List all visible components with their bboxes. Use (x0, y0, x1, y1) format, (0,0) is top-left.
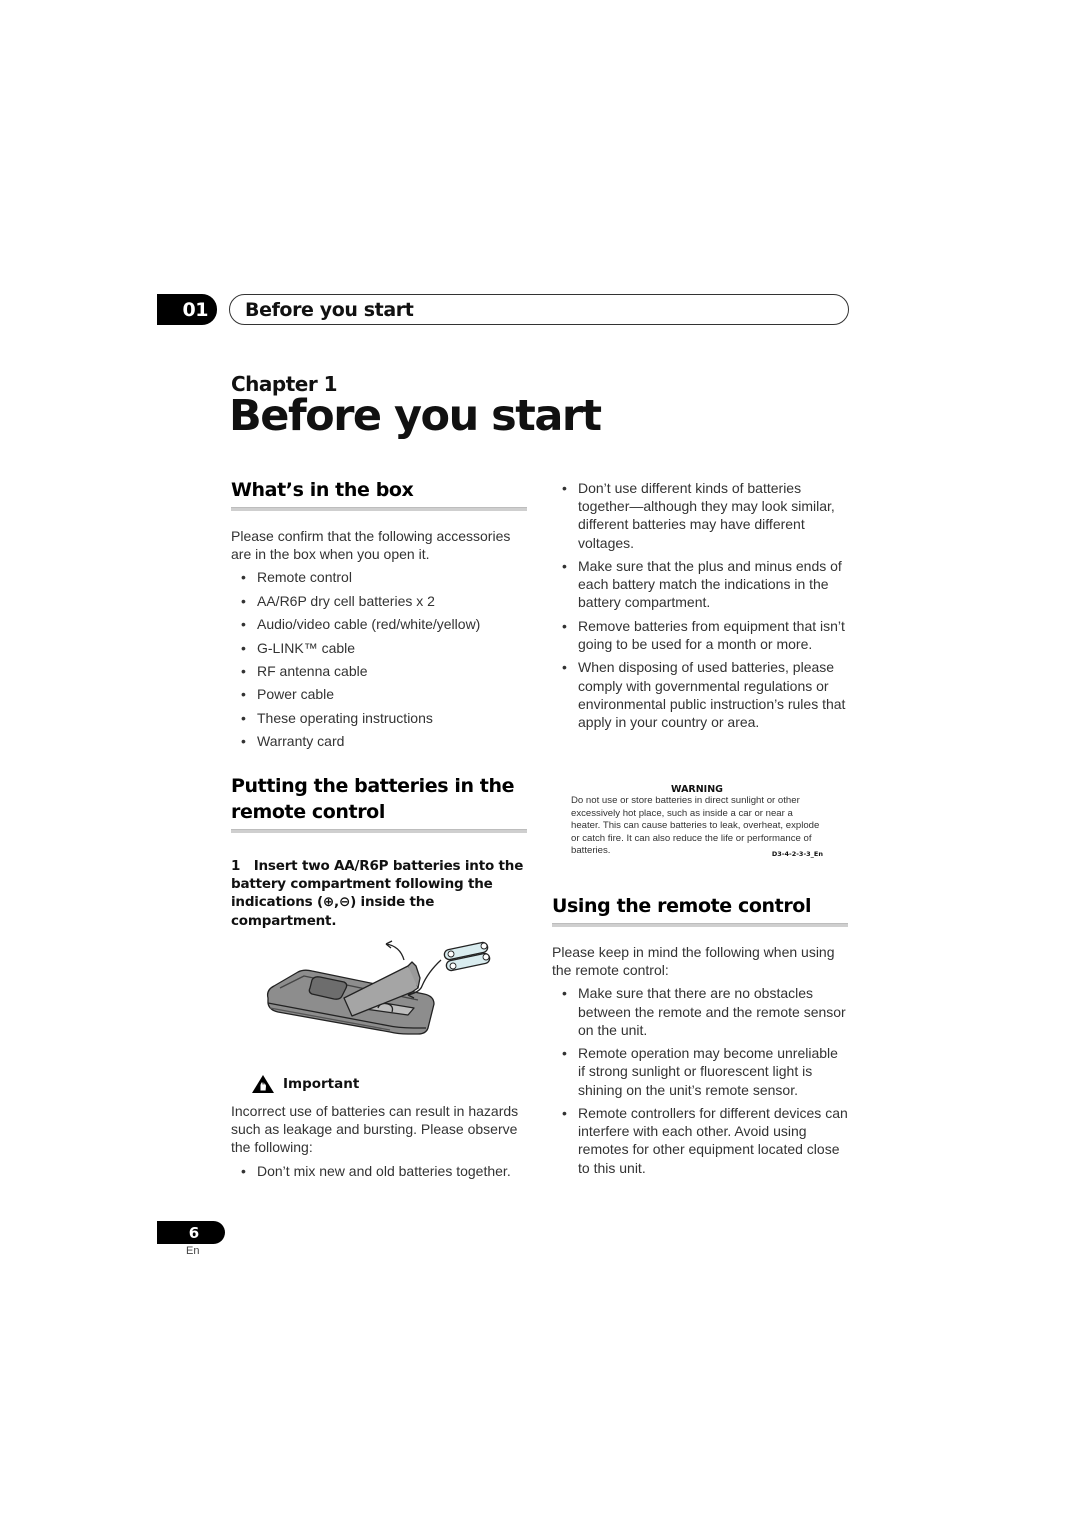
remote-tips-list: Make sure that there are no obstacles be… (552, 984, 848, 1176)
section-heading: Using the remote control (552, 895, 812, 917)
list-item: Don’t use different kinds of batteries t… (552, 479, 848, 552)
important-block: Important Incorrect use of batteries can… (231, 1074, 527, 1180)
page-number-tab: 6 (157, 1221, 225, 1244)
batteries-section: Putting the batteries in the remote cont… (231, 773, 527, 833)
list-item: These operating instructions (231, 709, 527, 727)
warning-title: WARNING (671, 784, 723, 795)
list-item: Power cable (231, 685, 527, 703)
list-item: Remote operation may become unreliable i… (552, 1044, 848, 1099)
intro-paragraph: Please confirm that the following access… (231, 528, 511, 563)
battery-precautions-list: Don’t mix new and old batteries together… (231, 1162, 527, 1180)
list-item: Make sure that the plus and minus ends o… (552, 557, 848, 612)
list-item: When disposing of used batteries, please… (552, 658, 848, 731)
using-remote-section: Using the remote control Please keep in … (552, 893, 848, 1177)
list-item: Don’t mix new and old batteries together… (231, 1162, 527, 1180)
remote-battery-illustration (266, 940, 491, 1035)
list-item: Make sure that there are no obstacles be… (552, 984, 848, 1039)
battery-precautions-list-continued: Don’t use different kinds of batteries t… (552, 479, 848, 731)
warning-box: WARNING Do not use or store batteries in… (571, 784, 823, 861)
accessories-list: Remote control AA/R6P dry cell batteries… (231, 568, 527, 750)
warning-body: Do not use or store batteries in direct … (571, 795, 820, 856)
list-item: Warranty card (231, 732, 527, 750)
battery-step: 1 Insert two AA/R6P batteries into the b… (231, 857, 527, 930)
battery-precautions-continued: Don’t use different kinds of batteries t… (552, 479, 848, 731)
important-label: Important (283, 1076, 360, 1092)
chapter-number-tab: 01 (157, 294, 217, 325)
list-item: Audio/video cable (red/white/yellow) (231, 615, 527, 633)
chapter-title: Before you start (229, 391, 602, 441)
chapter-header-title: Before you start (229, 294, 849, 325)
section-heading: What’s in the box (231, 479, 414, 501)
whats-in-box-section: What’s in the box Please confirm that th… (231, 477, 527, 751)
list-item: Remove batteries from equipment that isn… (552, 617, 848, 653)
list-item: RF antenna cable (231, 662, 527, 680)
warning-code: D3-4-2-3-3_En (771, 850, 823, 858)
section-divider (231, 507, 527, 511)
section-divider (552, 923, 848, 927)
step-instruction: 1 Insert two AA/R6P batteries into the b… (231, 857, 527, 930)
step-text: Insert two AA/R6P batteries into the bat… (231, 858, 524, 929)
section-divider (231, 829, 527, 833)
section-heading: Putting the batteries in the remote cont… (231, 775, 515, 823)
important-hand-warning-icon (252, 1075, 274, 1093)
important-paragraph: Incorrect use of batteries can result in… (231, 1103, 519, 1156)
list-item: G-LINK™ cable (231, 639, 527, 657)
page-language: En (186, 1245, 200, 1257)
intro-paragraph: Please keep in mind the following when u… (552, 944, 835, 979)
list-item: Remote control (231, 568, 527, 586)
list-item: Remote controllers for different devices… (552, 1104, 848, 1177)
list-item: AA/R6P dry cell batteries x 2 (231, 592, 527, 610)
step-number: 1 (231, 858, 241, 874)
warning-text: Do not use or store batteries in direct … (571, 795, 823, 858)
important-header: Important (251, 1074, 527, 1094)
